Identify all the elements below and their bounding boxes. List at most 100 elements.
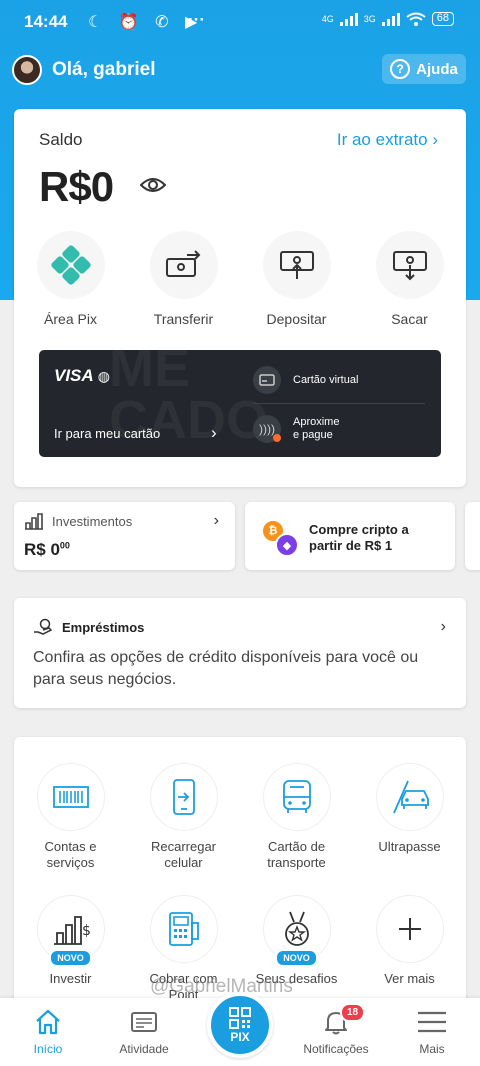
service-invest-label: Investir xyxy=(49,971,92,986)
car-icon xyxy=(375,763,444,831)
service-bills[interactable]: Contas e serviços xyxy=(14,763,127,871)
investments-value-cents: 00 xyxy=(59,540,70,551)
service-bills-label: Contas e serviços xyxy=(44,839,97,870)
status-more: ··· xyxy=(188,10,205,29)
next-card-peek[interactable] xyxy=(465,502,480,570)
signal-icon xyxy=(339,12,358,26)
service-transport-card-label: Cartão de transporte xyxy=(267,839,326,870)
nav-activity[interactable]: Atividade xyxy=(96,1008,192,1056)
action-transfer-label: Transferir xyxy=(153,311,214,327)
chevron-right-icon: › xyxy=(432,130,438,149)
chevron-right-icon: › xyxy=(213,512,219,529)
service-see-more-label: Ver mais xyxy=(384,971,435,986)
visa-brand: VISA xyxy=(54,366,94,385)
service-transport-card[interactable]: Cartão de transporte xyxy=(240,763,353,871)
loans-card[interactable]: Empréstimos › Confira as opções de crédi… xyxy=(14,598,466,708)
nav-home-label: Início xyxy=(33,1042,63,1056)
barcode-icon xyxy=(36,763,105,831)
withdraw-icon xyxy=(375,231,444,299)
notifications-count-badge: 18 xyxy=(340,1003,366,1022)
service-ultrapasse[interactable]: Ultrapasse xyxy=(353,763,466,855)
investments-value-main: R$ 0 xyxy=(24,540,60,559)
statement-link[interactable]: Ir ao extrato › xyxy=(337,130,438,150)
hand-coin-icon xyxy=(34,618,53,635)
service-challenges[interactable]: NOVO Seus desafios xyxy=(240,895,353,987)
service-see-more[interactable]: Ver mais xyxy=(353,895,466,987)
quick-actions: Área Pix Transferir Depositar Sacar xyxy=(14,231,466,327)
loans-description: Confira as opções de crédito disponíveis… xyxy=(33,649,419,688)
service-phone-recharge[interactable]: Recarregar celular xyxy=(127,763,240,871)
action-withdraw[interactable]: Sacar xyxy=(353,231,466,327)
transfer-icon xyxy=(149,231,218,299)
avatar[interactable] xyxy=(12,55,42,85)
greeting: Olá, gabriel xyxy=(52,59,156,80)
nav-notifications[interactable]: Notificações xyxy=(288,1008,384,1056)
investments-icon xyxy=(25,513,43,530)
virtual-card-item[interactable]: Cartão virtual xyxy=(253,366,358,394)
loans-title: Empréstimos xyxy=(62,620,145,635)
balance-label: Saldo xyxy=(39,130,83,149)
contactless-line1: Aproxime xyxy=(293,416,340,428)
visa-logo: VISA ◍ xyxy=(54,366,110,386)
nav-notifications-label: Notificações xyxy=(303,1042,369,1056)
service-ultrapasse-label: Ultrapasse xyxy=(378,839,441,854)
status-notification-icons: ☾ ⏰ ✆ ▶ xyxy=(88,14,204,31)
new-badge: NOVO xyxy=(275,949,318,967)
contactless-item[interactable]: )))) Aproxime e pague xyxy=(253,415,339,443)
nav-activity-label: Atividade xyxy=(119,1042,169,1056)
status-right: 4G 3G 68 xyxy=(322,12,454,26)
action-deposit-label: Depositar xyxy=(266,311,327,327)
alert-dot xyxy=(273,434,281,442)
chevron-right-icon: › xyxy=(440,618,446,635)
pix-button-label: PIX xyxy=(230,1030,250,1044)
card-banner: ME CADO VISA ◍ Ir para meu cartão › Cartã… xyxy=(39,350,441,457)
deposit-icon xyxy=(262,231,331,299)
eye-icon[interactable] xyxy=(140,177,166,193)
new-badge: NOVO xyxy=(49,949,92,967)
network-4g-label: 4G xyxy=(321,14,334,24)
pix-button[interactable]: PIX xyxy=(207,992,273,1058)
chevron-right-icon: › xyxy=(211,423,217,442)
service-phone-recharge-label: Recarregar celular xyxy=(150,839,217,870)
video-watermark: @GabrielMartins xyxy=(150,976,293,997)
investments-value: R$ 000 xyxy=(24,540,70,560)
crypto-card[interactable]: ₿ ◆ Compre cripto a partir de R$ 1 xyxy=(245,502,455,570)
top-header: Olá, gabriel ? Ajuda xyxy=(0,52,480,88)
service-invest[interactable]: $ NOVO Investir xyxy=(14,895,127,987)
action-pix[interactable]: Área Pix xyxy=(14,231,127,327)
activity-icon xyxy=(131,1012,157,1032)
signal-icon-2 xyxy=(381,12,400,26)
menu-icon xyxy=(418,1011,446,1033)
help-button[interactable]: ? Ajuda xyxy=(382,54,466,84)
action-pix-label: Área Pix xyxy=(44,311,97,327)
contactless-logo-icon: ◍ xyxy=(97,368,110,384)
qr-code-icon xyxy=(229,1007,251,1029)
card-icon xyxy=(253,366,281,394)
home-icon xyxy=(36,1009,60,1035)
action-withdraw-label: Sacar xyxy=(391,311,428,327)
help-label: Ajuda xyxy=(416,60,458,78)
contactless-line2: e pague xyxy=(293,429,333,441)
action-deposit[interactable]: Depositar xyxy=(240,231,353,327)
contactless-text: Aproxime e pague xyxy=(293,416,339,442)
ethereum-icon: ◆ xyxy=(275,533,299,557)
plus-icon xyxy=(375,895,444,963)
nav-more[interactable]: Mais xyxy=(384,1008,480,1056)
nav-home[interactable]: Início xyxy=(0,1008,96,1056)
contactless-icon: )))) xyxy=(253,415,281,443)
investments-card[interactable]: Investimentos › R$ 000 xyxy=(14,502,235,570)
services-grid: Contas e serviços Recarregar celular Car… xyxy=(14,737,466,1007)
svg-text:$: $ xyxy=(82,923,90,939)
battery-icon: 68 xyxy=(431,12,454,26)
crypto-text: Compre cripto a partir de R$ 1 xyxy=(309,522,409,553)
help-icon: ? xyxy=(390,59,411,79)
action-transfer[interactable]: Transferir xyxy=(127,231,240,327)
go-to-card-link[interactable]: Ir para meu cartão xyxy=(54,426,160,441)
network-3g-label: 3G xyxy=(363,14,376,24)
phone-recharge-icon xyxy=(149,763,218,831)
status-bar: 14:44 ☾ ⏰ ✆ ▶ ··· 4G 3G 68 xyxy=(0,0,480,44)
balance-amount: R$0 xyxy=(39,163,114,210)
virtual-card-label: Cartão virtual xyxy=(293,374,359,386)
banner-divider xyxy=(253,403,425,404)
point-machine-icon xyxy=(149,895,218,963)
